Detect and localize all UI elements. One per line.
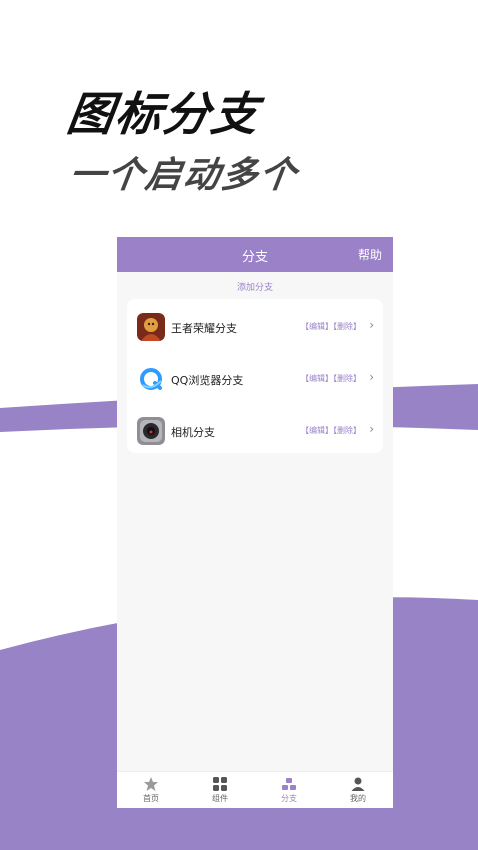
star-icon xyxy=(144,777,158,791)
branch-name: 相机分支 xyxy=(171,426,215,439)
delete-link[interactable]: 【删除】 xyxy=(333,426,361,435)
tab-label: 首页 xyxy=(143,794,159,803)
branch-row[interactable]: QQ浏览器分支 【编辑】【删除】 › xyxy=(127,359,383,399)
tab-profile[interactable]: 我的 xyxy=(333,776,383,804)
phone-screen: 分支 帮助 添加分支 王者荣耀分支 【编辑】【删除】 › QQ浏览器分支 【编辑… xyxy=(117,237,393,808)
help-button[interactable]: 帮助 xyxy=(358,246,382,263)
person-icon xyxy=(351,777,365,791)
page-title: 分支 xyxy=(241,250,268,265)
headline-subtitle: 一个启动多个 xyxy=(66,155,301,196)
branch-list: 王者荣耀分支 【编辑】【删除】 › QQ浏览器分支 【编辑】【删除】 › 相机分… xyxy=(127,299,383,453)
edit-link[interactable]: 【编辑】 xyxy=(301,322,333,331)
tab-home[interactable]: 首页 xyxy=(126,776,176,804)
grid-icon xyxy=(213,777,227,791)
tab-branch[interactable]: 分支 xyxy=(264,776,314,804)
edit-link[interactable]: 【编辑】 xyxy=(301,426,333,435)
branch-actions: 【编辑】【删除】 xyxy=(301,373,361,384)
branch-icon xyxy=(282,778,296,790)
chevron-right-icon: › xyxy=(369,318,374,332)
honor-of-kings-app-icon xyxy=(137,313,165,341)
tab-label: 组件 xyxy=(212,794,228,803)
top-bar: 分支 帮助 xyxy=(117,237,393,272)
delete-link[interactable]: 【删除】 xyxy=(333,322,361,331)
camera-app-icon xyxy=(137,417,165,445)
branch-row[interactable]: 王者荣耀分支 【编辑】【删除】 › xyxy=(127,307,383,347)
edit-link[interactable]: 【编辑】 xyxy=(301,374,333,383)
branch-row[interactable]: 相机分支 【编辑】【删除】 › xyxy=(127,411,383,451)
bottom-tab-bar: 首页 组件 分支 我的 xyxy=(117,771,393,808)
headline-title: 图标分支 xyxy=(63,87,264,141)
add-branch-button[interactable]: 添加分支 xyxy=(117,280,393,293)
chevron-right-icon: › xyxy=(369,370,374,384)
qq-browser-app-icon xyxy=(137,365,165,393)
tab-components[interactable]: 组件 xyxy=(195,776,245,804)
branch-name: 王者荣耀分支 xyxy=(171,322,237,335)
chevron-right-icon: › xyxy=(369,422,374,436)
tab-label: 分支 xyxy=(281,794,297,803)
branch-actions: 【编辑】【删除】 xyxy=(301,321,361,332)
branch-actions: 【编辑】【删除】 xyxy=(301,425,361,436)
delete-link[interactable]: 【删除】 xyxy=(333,374,361,383)
tab-label: 我的 xyxy=(350,794,366,803)
branch-name: QQ浏览器分支 xyxy=(171,374,244,387)
